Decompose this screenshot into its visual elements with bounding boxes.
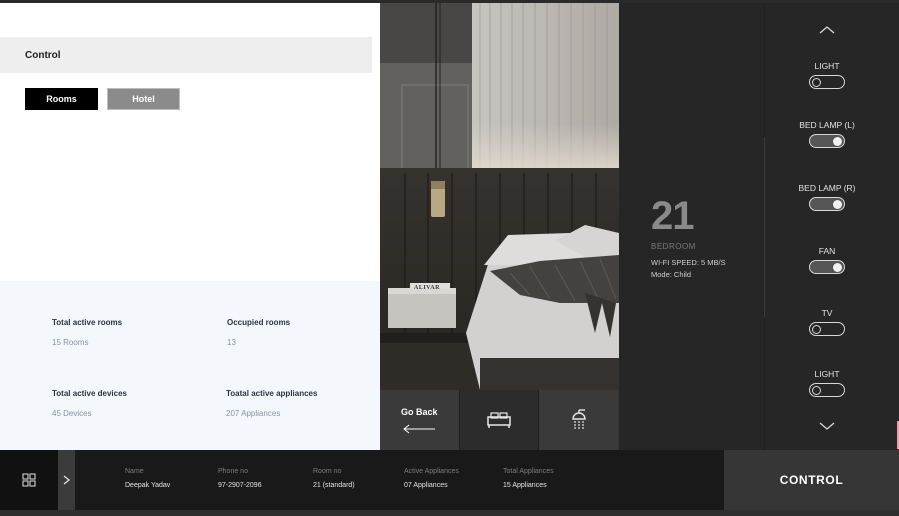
- field-label: Phone no: [218, 468, 248, 475]
- field-value: 21 (standard): [313, 482, 355, 489]
- appliance-toggle[interactable]: [809, 75, 845, 89]
- room-type: BEDROOM: [651, 242, 696, 251]
- control-button[interactable]: CONTROL: [724, 450, 899, 510]
- field-label: Total Appliances: [503, 468, 554, 475]
- guest-name-field: Name Deepak Yadav: [125, 468, 170, 489]
- bedroom-illustration: [380, 3, 619, 390]
- appliance-item: LIGHT: [765, 61, 889, 94]
- chevron-up-icon[interactable]: [819, 25, 835, 35]
- chevron-down-icon[interactable]: [819, 421, 835, 431]
- guest-room-field: Room no 21 (standard): [313, 468, 355, 489]
- field-label: Active Appliances: [404, 468, 459, 475]
- menu-button[interactable]: [0, 450, 58, 510]
- wifi-speed: WI-FI SPEED: 5 MB/S: [651, 258, 726, 267]
- stat-title: Total active devices: [52, 389, 127, 398]
- stat-active-devices: Total active devices 45 Devices: [52, 389, 127, 418]
- nightstand-logo-text: ALIVAR: [414, 285, 440, 291]
- app-frame: Control Rooms Hotel Total active rooms 1…: [0, 3, 899, 516]
- appliance-name: BED LAMP (R): [798, 183, 856, 193]
- stat-value: 15 Rooms: [52, 338, 89, 347]
- stat-active-rooms: Total active rooms 15 Rooms: [52, 318, 122, 347]
- room-number: 21: [651, 194, 694, 238]
- stat-title: Total active rooms: [52, 318, 123, 327]
- room-mode: Mode: Child: [651, 270, 692, 279]
- go-back-button[interactable]: Go Back: [380, 390, 459, 450]
- chevron-right-icon: [63, 475, 70, 485]
- appliance-name: LIGHT: [814, 61, 840, 71]
- room-photo: ALIVAR: [380, 3, 619, 390]
- stat-value: 13: [227, 338, 236, 347]
- stat-occupied-rooms: Occupied rooms 13: [227, 318, 290, 347]
- go-back-label: Go Back: [401, 407, 438, 417]
- appliance-name: LIGHT: [814, 369, 840, 379]
- appliance-toggle[interactable]: [809, 134, 845, 148]
- expand-button[interactable]: [58, 450, 75, 510]
- total-appliances-field: Total Appliances 15 Appliances: [503, 468, 554, 489]
- stat-value: 207 Appliances: [226, 409, 281, 418]
- arrow-left-icon: [403, 424, 435, 434]
- appliance-name: TV: [821, 308, 833, 318]
- shower-icon: [572, 409, 586, 429]
- room-info-panel: 21 BEDROOM WI-FI SPEED: 5 MB/S Mode: Chi…: [619, 3, 764, 450]
- appliance-list: LIGHT BED LAMP (L) BED LAMP (R) FAN TV L…: [765, 3, 899, 450]
- appliance-item: FAN: [765, 246, 889, 279]
- stats-panel: Total active rooms 15 Rooms Occupied roo…: [0, 281, 380, 450]
- rooms-tab-button[interactable]: Rooms: [25, 88, 98, 110]
- bottom-edge: [0, 510, 899, 516]
- appliance-name: BED LAMP (L): [799, 120, 855, 130]
- bed-view-button[interactable]: [460, 390, 538, 450]
- bathroom-view-button[interactable]: [539, 390, 619, 450]
- appliance-item: BED LAMP (L): [765, 120, 889, 153]
- field-value: 97-2907-2096: [218, 482, 262, 489]
- field-value: Deepak Yadav: [125, 482, 171, 489]
- appliance-toggle[interactable]: [809, 322, 845, 336]
- section-header: Control: [0, 37, 372, 73]
- appliance-name: FAN: [818, 246, 836, 256]
- stat-title: Toatal active appliances: [226, 389, 318, 398]
- page-title: Control: [25, 50, 61, 61]
- stat-value: 45 Devices: [52, 409, 92, 418]
- field-label: Room no: [313, 468, 342, 475]
- guest-info-bar: Name Deepak Yadav Phone no 97-2907-2096 …: [0, 450, 899, 510]
- hotel-tab-button[interactable]: Hotel: [107, 88, 180, 110]
- field-value: 07 Appliances: [404, 482, 448, 489]
- field-label: Name: [125, 468, 144, 475]
- stat-title: Occupied rooms: [227, 318, 291, 327]
- appliance-item: TV: [765, 308, 889, 341]
- active-appliances-field: Active Appliances 07 Appliances: [404, 468, 459, 489]
- appliance-item: BED LAMP (R): [765, 183, 889, 216]
- stat-active-appliances: Toatal active appliances 207 Appliances: [226, 389, 317, 418]
- appliance-toggle[interactable]: [809, 197, 845, 211]
- appliance-toggle[interactable]: [809, 383, 845, 397]
- field-value: 15 Appliances: [503, 482, 547, 489]
- grid-icon: [22, 473, 36, 487]
- guest-phone-field: Phone no 97-2907-2096: [218, 468, 262, 489]
- appliance-item: LIGHT: [765, 369, 889, 402]
- appliance-toggle[interactable]: [809, 260, 845, 274]
- bed-icon: [487, 412, 511, 428]
